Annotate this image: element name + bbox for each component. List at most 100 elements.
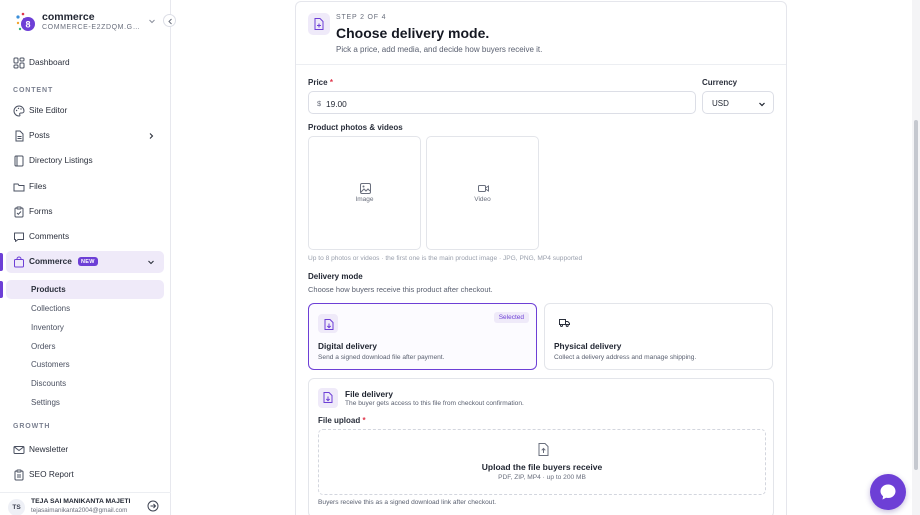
scrollbar-thumb[interactable] <box>914 120 918 470</box>
currency-symbol: $ <box>317 99 322 108</box>
price-value: 19.00 <box>326 99 347 109</box>
sidebar-item-label: Posts <box>29 130 50 140</box>
price-input[interactable]: $ 19.00 <box>308 91 696 114</box>
file-upload-label-text: File upload <box>318 416 361 425</box>
required-mark: * <box>329 78 333 87</box>
page-title: Choose delivery mode. <box>336 25 490 41</box>
option-title: Digital delivery <box>318 341 378 351</box>
file-icon <box>314 18 324 30</box>
video-upload-slot[interactable]: Video <box>426 136 539 250</box>
user-email: tejasaimanikanta2004@gmail.com <box>31 507 128 514</box>
sidebar-item-site-editor[interactable]: Site Editor <box>6 100 164 122</box>
sidebar-subitem-products[interactable]: Products <box>0 280 164 299</box>
chevron-down-icon <box>149 19 155 24</box>
image-upload-slot[interactable]: Image <box>308 136 421 250</box>
divider <box>296 64 786 65</box>
required-mark: * <box>362 416 366 425</box>
sidebar-subitem-customers[interactable]: Customers <box>6 355 164 374</box>
report-icon <box>14 469 24 481</box>
section-header-growth: GROWTH <box>13 423 51 430</box>
currency-value: USD <box>712 99 729 108</box>
upload-title: Upload the file buyers receive <box>481 462 603 472</box>
brand-logo-icon: 8 <box>16 12 35 31</box>
price-label-text: Price <box>308 78 328 87</box>
sidebar: 8 commerce COMMERCE-E2ZDQM.GRIGO... Dash… <box>0 0 176 515</box>
workspace-switcher[interactable]: 8 commerce COMMERCE-E2ZDQM.GRIGO... <box>0 0 171 42</box>
sidebar-item-files[interactable]: Files <box>6 176 164 198</box>
mail-icon <box>13 446 25 454</box>
file-upload-label: File upload * <box>318 416 366 425</box>
user-name: TEJA SAI MANIKANTA MAJETI <box>31 498 131 505</box>
file-delivery-panel: File delivery The buyer gets access to t… <box>308 378 774 515</box>
sidebar-item-label: Directory Listings <box>29 155 93 165</box>
clipboard-icon <box>14 206 24 218</box>
svg-text:8: 8 <box>25 20 30 30</box>
app-root: 8 commerce COMMERCE-E2ZDQM.GRIGO... Dash… <box>0 0 920 515</box>
chat-button[interactable] <box>870 474 906 510</box>
subitem-label: Products <box>31 285 66 294</box>
sidebar-item-dashboard[interactable]: Dashboard <box>6 52 164 74</box>
sidebar-item-posts[interactable]: Posts <box>6 125 164 147</box>
subitem-label: Settings <box>31 398 60 407</box>
price-label: Price * <box>308 78 333 87</box>
physical-delivery-option[interactable]: Physical delivery Collect a delivery add… <box>544 303 773 370</box>
sidebar-subitem-collections[interactable]: Collections <box>6 299 164 318</box>
file-upload-dropzone[interactable]: Upload the file buyers receive PDF, ZIP,… <box>318 429 766 495</box>
file-download-icon <box>323 392 333 403</box>
sidebar-item-directory-listings[interactable]: Directory Listings <box>6 150 164 172</box>
chat-icon <box>880 484 896 500</box>
video-icon <box>478 185 489 192</box>
product-step-card: STEP 2 OF 4 Choose delivery mode. Pick a… <box>295 1 787 515</box>
document-icon <box>15 130 24 142</box>
sidebar-item-label: Forms <box>29 206 53 216</box>
sidebar-item-label: SEO Report <box>29 469 74 479</box>
sidebar-item-comments[interactable]: Comments <box>6 226 164 248</box>
chevron-left-icon <box>168 18 172 25</box>
section-header-content: CONTENT <box>13 87 54 94</box>
sidebar-item-label: Dashboard <box>29 57 70 67</box>
image-icon <box>360 183 371 194</box>
option-title: Physical delivery <box>554 341 622 351</box>
main-content: STEP 2 OF 4 Choose delivery mode. Pick a… <box>171 0 920 515</box>
file-delivery-footnote: Buyers receive this as a signed download… <box>318 499 497 506</box>
sidebar-item-label: Commerce <box>29 256 72 266</box>
sidebar-subitem-inventory[interactable]: Inventory <box>6 318 164 337</box>
delivery-mode-title: Delivery mode <box>308 272 363 281</box>
sidebar-subitem-discounts[interactable]: Discounts <box>6 374 164 393</box>
sidebar-item-label: Comments <box>29 231 70 241</box>
upload-subtitle: PDF, ZIP, MP4 · up to 200 MB <box>498 474 586 481</box>
option-icon <box>554 314 574 333</box>
folder-icon <box>13 183 25 192</box>
currency-select[interactable]: USD <box>702 91 774 114</box>
subitem-label: Customers <box>31 360 70 369</box>
dashboard-icon <box>13 57 25 69</box>
currency-label: Currency <box>702 78 738 87</box>
book-icon <box>14 155 24 167</box>
sidebar-item-newsletter[interactable]: Newsletter <box>6 439 164 461</box>
palette-icon <box>13 105 25 117</box>
sidebar-subitem-settings[interactable]: Settings <box>6 393 164 412</box>
sidebar-item-label: Newsletter <box>29 444 69 454</box>
collapse-sidebar-button[interactable] <box>163 14 176 27</box>
new-badge: NEW <box>78 257 98 266</box>
sidebar-item-forms[interactable]: Forms <box>6 201 164 223</box>
sidebar-subitem-orders[interactable]: Orders <box>6 337 164 356</box>
sidebar-item-commerce[interactable]: Commerce NEW <box>0 251 164 273</box>
selected-badge: Selected <box>493 312 529 323</box>
subitem-label: Orders <box>31 342 56 351</box>
media-hint: Up to 8 photos or videos · the first one… <box>308 255 583 262</box>
upload-file-icon <box>538 443 549 456</box>
scrollbar[interactable] <box>912 0 920 515</box>
sidebar-item-seo-report[interactable]: SEO Report <box>6 464 164 486</box>
chevron-right-icon <box>149 133 154 139</box>
sidebar-item-label: Files <box>29 181 47 191</box>
subitem-label: Discounts <box>31 379 67 388</box>
brand-subtitle: COMMERCE-E2ZDQM.GRIGO... <box>42 24 144 31</box>
user-profile[interactable]: TS TEJA SAI MANIKANTA MAJETI tejasaimani… <box>0 492 171 515</box>
digital-delivery-option[interactable]: Selected Digital delivery Send a signed … <box>308 303 537 370</box>
video-slot-label: Video <box>474 196 491 203</box>
option-icon <box>318 314 338 333</box>
logout-icon[interactable] <box>147 500 159 512</box>
sidebar-item-label: Site Editor <box>29 105 68 115</box>
delivery-mode-description: Choose how buyers receive this product a… <box>308 285 493 294</box>
